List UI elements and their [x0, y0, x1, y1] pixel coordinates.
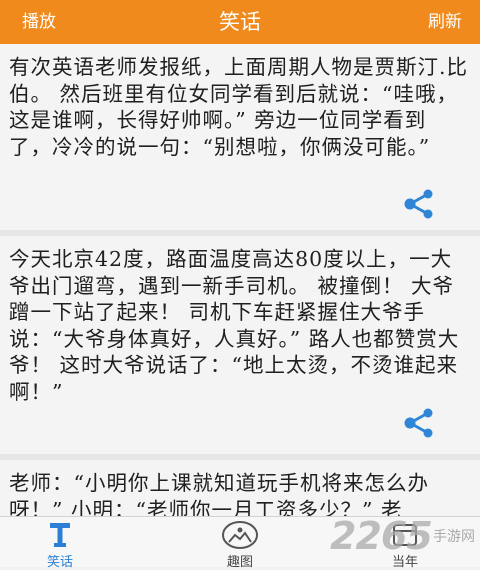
tab-jokes[interactable]: 笑话 [0, 517, 120, 570]
tab-history[interactable]: 当年 [345, 517, 465, 570]
refresh-button[interactable]: 刷新 [428, 0, 462, 44]
tab-pictures[interactable]: 趣图 [180, 517, 300, 570]
joke-text: 有次英语老师发报纸，上面周期人物是贾斯汀.比伯。 然后班里有位女同学看到后就说：… [9, 55, 469, 159]
tab-label: 笑话 [46, 555, 73, 570]
share-icon[interactable] [402, 189, 436, 219]
top-bar: 播放 笑话 刷新 [0, 0, 480, 44]
joke-card: 有次英语老师发报纸，上面周期人物是贾斯汀.比伯。 然后班里有位女同学看到后就说：… [0, 44, 480, 231]
joke-card: 老师：“小明你上课就知道玩手机将来怎么办呀！” 小明：“老师你一月工资多少？” … [0, 460, 480, 516]
picture-icon [222, 521, 258, 549]
joke-feed[interactable]: 有次英语老师发报纸，上面周期人物是贾斯汀.比伯。 然后班里有位女同学看到后就说：… [0, 44, 480, 516]
tab-label: 当年 [391, 555, 418, 570]
joke-text: 今天北京42度，路面温度高达80度以上，一大爷出门遛弯，遇到一新手司机。 被撞倒… [9, 247, 460, 404]
joke-card: 今天北京42度，路面温度高达80度以上，一大爷出门遛弯，遇到一新手司机。 被撞倒… [0, 236, 480, 455]
text-t-icon [50, 523, 70, 547]
play-button[interactable]: 播放 [22, 0, 56, 44]
joke-text: 老师：“小明你上课就知道玩手机将来怎么办呀！” 小明：“老师你一月工资多少？” … [9, 471, 429, 516]
bottom-tab-bar: 笑话 趣图 当年 [0, 516, 480, 570]
calendar-icon [393, 524, 417, 546]
tab-label: 趣图 [226, 555, 253, 570]
page-title: 笑话 [219, 10, 261, 34]
share-icon[interactable] [402, 408, 436, 438]
